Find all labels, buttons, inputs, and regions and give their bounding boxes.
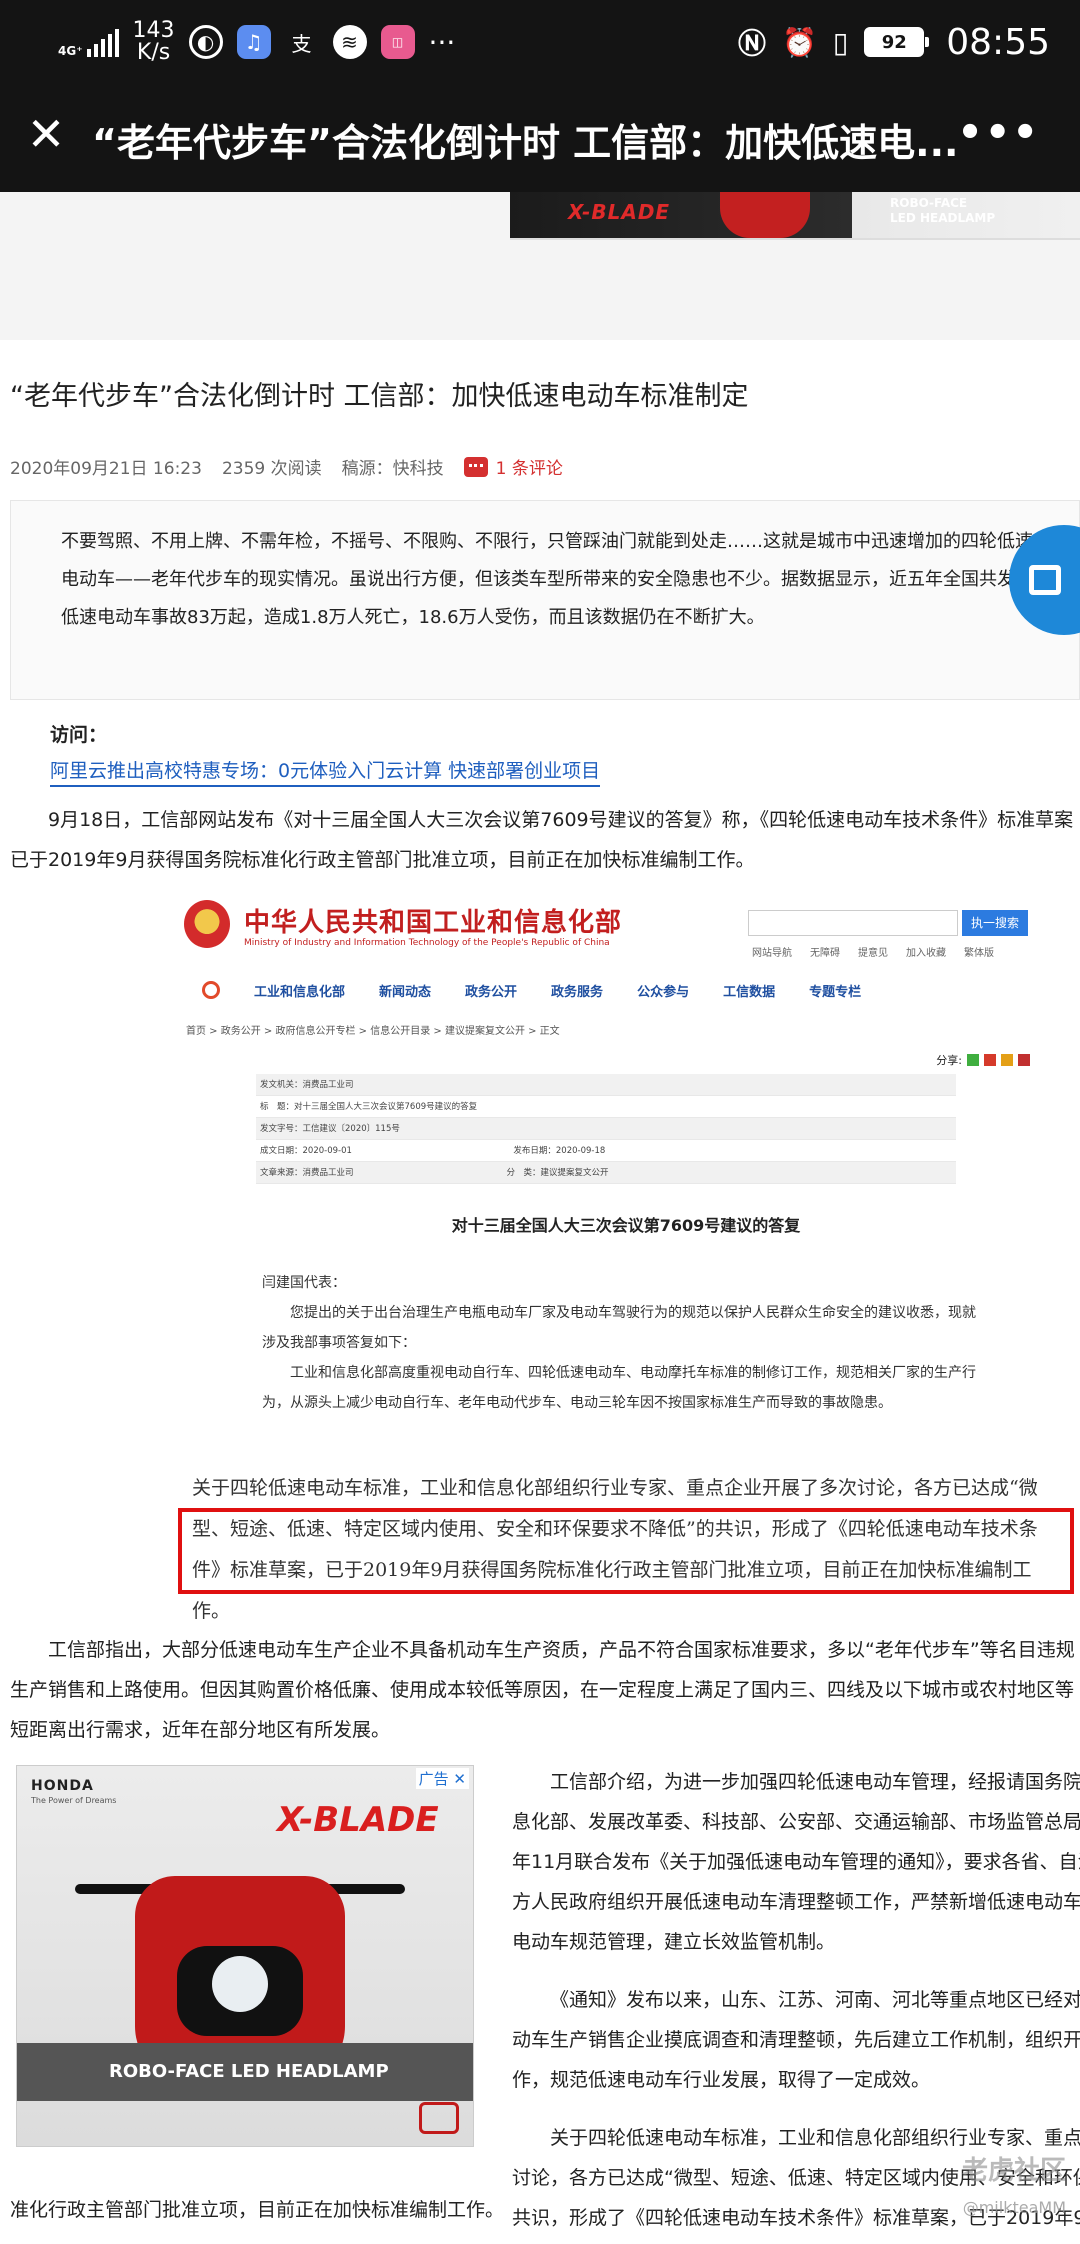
music-icon: ♫ xyxy=(236,25,271,59)
top-ad-banner[interactable]: X-BLADE ROBO-FACE LED HEADLAMP xyxy=(510,192,1080,240)
ad-model: X-BLADE xyxy=(277,1800,439,1840)
gov-search-box xyxy=(748,910,958,936)
print-icon xyxy=(1018,1054,1030,1066)
network-type: 4G⁺ xyxy=(58,44,83,58)
gov-doc-body: 闫建国代表： 您提出的关于出台治理生产电瓶电动车厂家及电动车驾驶行为的规范以保护… xyxy=(262,1275,976,1411)
comment-icon xyxy=(463,456,488,477)
weibo-icon xyxy=(984,1054,996,1066)
ad-bike-image xyxy=(720,192,810,238)
vibrate-icon: ▯ xyxy=(832,25,849,59)
signal-icon: 4G⁺ xyxy=(58,27,119,57)
ad-brand-tagline: The Power of Dreams xyxy=(31,1796,117,1805)
more-notifications-icon: ··· xyxy=(428,25,456,59)
article-meta: 2020年09月21日 16:23 2359 次阅读 稿源：快科技 1 条评论 xyxy=(10,454,563,479)
read-count: 2359 次阅读 xyxy=(221,459,322,479)
network-speed: 143 K/s xyxy=(132,18,175,65)
article-title: “老年代步车”合法化倒计时 工信部：加快低速电动车标准制定 xyxy=(10,381,749,412)
article-summary: 不要驾照、不用上牌、不需年检，不摇号、不限购、不限行，只管踩油门就能到处走……这… xyxy=(10,500,1080,700)
browser-icon: ◐ xyxy=(188,25,223,59)
ad-text: ROBO-FACE LED HEADLAMP xyxy=(890,196,996,225)
gov-ministry-name: 中华人民共和国工业和信息化部 xyxy=(244,908,623,938)
status-bar-right: Ⓝ ⏰ ▯ 92 08:55 xyxy=(738,14,1050,70)
bottom-ad[interactable]: HONDA The Power of Dreams X-BLADE 广告 ✕ R… xyxy=(16,1765,474,2147)
gov-breadcrumb: 首页 > 政务公开 > 政府信息公开专栏 > 信息公开目录 > 建议提案复文公开… xyxy=(186,1026,560,1037)
page-title: “老年代步车”合法化倒计时 工信部：加快低速电... xyxy=(92,121,959,165)
close-icon: ✕ xyxy=(26,107,66,161)
visit-label: 访问： xyxy=(50,724,108,746)
article-image-gov-site[interactable]: 中华人民共和国工业和信息化部 Ministry of Industry and … xyxy=(172,890,1080,1620)
alipay-icon: 支 xyxy=(291,31,312,56)
article-source: 稿源：快科技 xyxy=(341,459,444,479)
article-paragraph-1: 9月18日，工信部网站发布《对十三届全国人大三次会议第7609号建议的答复》称，… xyxy=(10,809,1074,871)
app-icon: ◫ xyxy=(380,25,415,59)
national-emblem-icon xyxy=(184,900,230,948)
ad-strapline: ROBO-FACE LED HEADLAMP xyxy=(17,2043,473,2101)
ad-strip: X-BLADE ROBO-FACE LED HEADLAMP xyxy=(0,192,1080,340)
close-button[interactable]: ✕ xyxy=(22,110,70,158)
alarm-icon: ⏰ xyxy=(781,25,817,59)
promo-link[interactable]: 阿里云推出高校特惠专场：0元体验入门云计算 快速部署创业项目 xyxy=(50,756,601,787)
gov-header: 中华人民共和国工业和信息化部 Ministry of Industry and … xyxy=(172,890,1080,970)
gov-share: 分享: xyxy=(936,1052,1030,1068)
gov-doc-title: 对十三届全国人大三次会议第7609号建议的答复 xyxy=(451,1216,801,1235)
summary-text: 不要驾照、不用上牌、不需年检，不摇号、不限购、不限行，只管踩油门就能到处走……这… xyxy=(61,531,1033,628)
nfc-icon: Ⓝ xyxy=(737,27,766,60)
article-paragraph-5-end: 准化行政主管部门批准立项，目前正在加快标准编制工作。 xyxy=(10,2199,505,2221)
wechat-icon xyxy=(967,1054,979,1066)
truck-icon xyxy=(1029,565,1061,595)
publish-date: 2020年09月21日 16:23 xyxy=(10,459,202,479)
watermark-handle: @milkteaMM xyxy=(962,2198,1066,2217)
gov-search-button: 执一搜索 xyxy=(962,910,1028,936)
highlight-box xyxy=(178,1508,1074,1594)
battery-icon: 92 xyxy=(864,27,930,57)
qzone-icon xyxy=(1001,1054,1013,1066)
ad-close-button[interactable]: 广告 ✕ xyxy=(415,1768,469,1789)
ad-logo: X-BLADE xyxy=(568,200,671,224)
audio-icon: ≋ xyxy=(332,25,367,59)
article-paragraph-2: 工信部指出，大部分低速电动车生产企业不具备机动车生产资质，产品不符合国家标准要求… xyxy=(10,1639,1075,1741)
clock: 08:55 xyxy=(946,21,1050,63)
ad-brand: HONDA xyxy=(31,1778,94,1794)
more-icon: ••• xyxy=(957,110,1040,156)
more-menu-button[interactable]: ••• xyxy=(957,110,1040,156)
top-bar: 4G⁺ 143 K/s ◐ ♫ 支 ≋ ◫ ··· Ⓝ ⏰ ▯ 92 08:55… xyxy=(0,0,1080,192)
status-bar-left: 4G⁺ 143 K/s ◐ ♫ 支 ≋ ◫ ··· xyxy=(58,14,455,70)
gov-ministry-en: Ministry of Industry and Information Tec… xyxy=(244,938,610,948)
article-paragraph-3: 工信部介绍，为进一步加强四轮低速电动车管理，经报请国务院同意，工业和信 息化部、… xyxy=(512,1771,1080,1953)
gov-nav-logo-icon xyxy=(202,981,220,999)
honda-wing-icon xyxy=(419,2102,459,2134)
gov-meta-table: 发文机关：消费品工业司 标 题：对十三届全国人大三次会议第7609号建议的答复 … xyxy=(256,1074,956,1184)
gov-nav: 工业和信息化部 新闻动态 政务公开 政务服务 公众参与 工信数据 专题专栏 xyxy=(172,970,1080,1010)
watermark-site: 老虎社区 xyxy=(961,2156,1066,2186)
gov-top-links: 网站导航 无障碍 提意见 加入收藏 繁体版 xyxy=(752,948,994,959)
headlamp-shape xyxy=(177,1946,303,2036)
comments-link[interactable]: 1 条评论 xyxy=(463,454,563,479)
article-paragraph-4: 《通知》发布以来，山东、江苏、河南、河北等重点地区已经对辖区内低速电 动车生产销… xyxy=(512,1989,1080,2091)
